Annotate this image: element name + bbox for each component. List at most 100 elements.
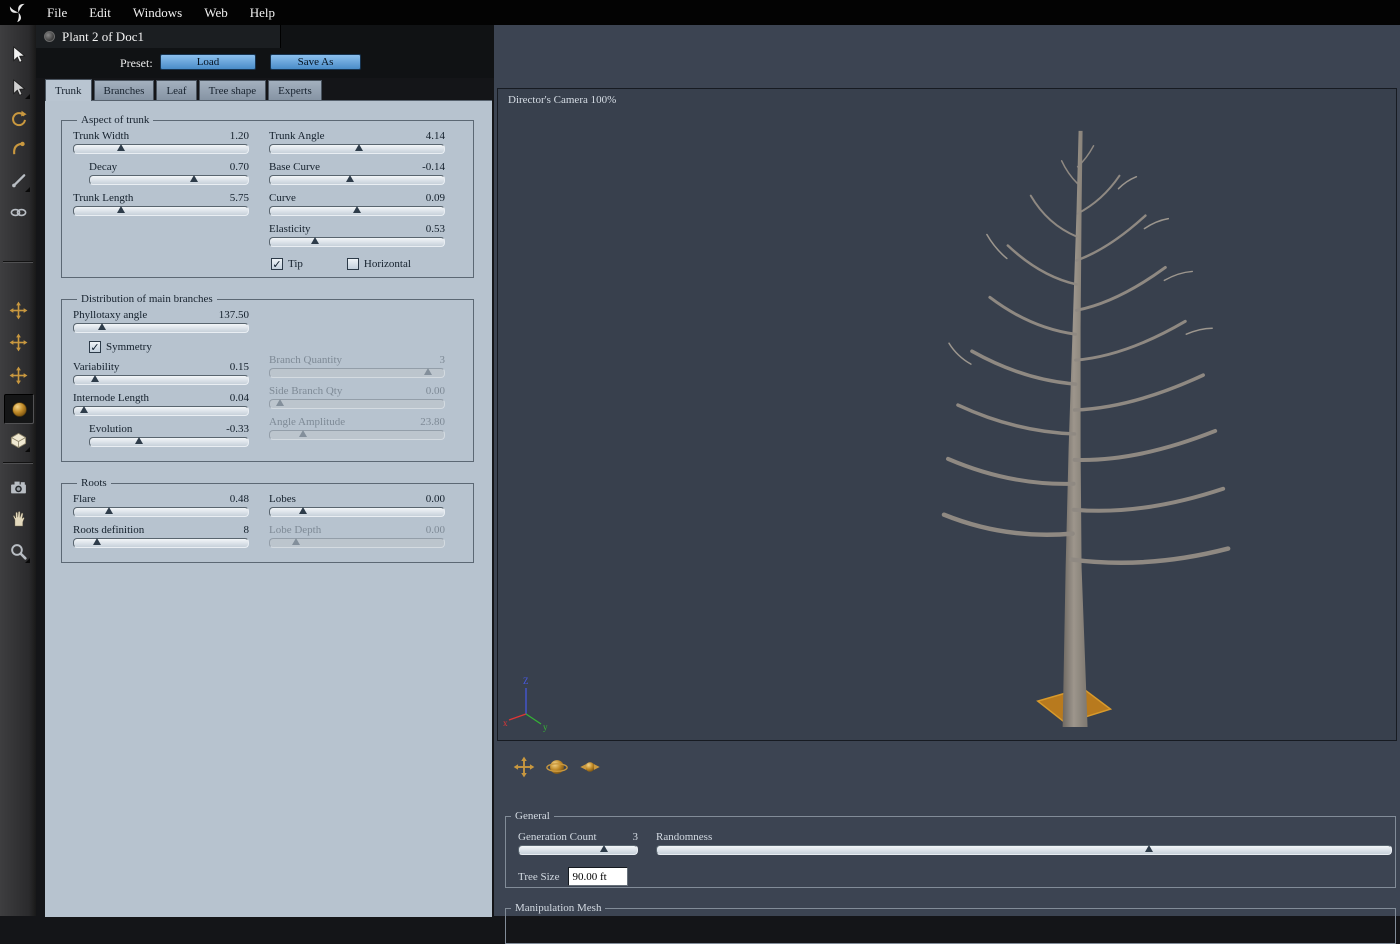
- slider-track[interactable]: [73, 323, 249, 333]
- slider-track[interactable]: [269, 507, 445, 517]
- slider-thumb[interactable]: [80, 406, 89, 413]
- slider-track[interactable]: [656, 845, 1392, 855]
- move-axis-tool[interactable]: [4, 361, 32, 389]
- menu-web[interactable]: Web: [193, 5, 239, 21]
- slider-track[interactable]: [73, 406, 249, 416]
- slider-thumb[interactable]: [97, 323, 106, 330]
- slider-track[interactable]: [269, 399, 445, 409]
- camera-nav-tools: [511, 752, 603, 782]
- slider-track[interactable]: [269, 206, 445, 216]
- checkbox-horizontal[interactable]: Horizontal: [346, 258, 411, 270]
- slider-track[interactable]: [73, 538, 249, 548]
- group-title: Aspect of trunk: [81, 114, 150, 126]
- slider-thumb[interactable]: [190, 175, 199, 182]
- slider-track[interactable]: [73, 507, 249, 517]
- slider-track[interactable]: [89, 175, 249, 185]
- camera-orbit-tool[interactable]: [577, 752, 603, 782]
- slider-label: Variability: [73, 361, 120, 373]
- slider-track[interactable]: [269, 175, 445, 185]
- slider-thumb[interactable]: [354, 144, 363, 151]
- slider-track[interactable]: [73, 144, 249, 154]
- slider-value: 0.15: [229, 361, 249, 373]
- slider-track[interactable]: [269, 144, 445, 154]
- slider-thumb[interactable]: [1144, 845, 1153, 852]
- universal-manipulator-tool[interactable]: [4, 394, 34, 424]
- viewport-3d[interactable]: Director's Camera 100% Z x y: [497, 88, 1397, 741]
- slider-thumb[interactable]: [299, 507, 308, 514]
- slider-phyllotaxy-angle: Phyllotaxy angle 137.50: [73, 309, 249, 333]
- slider-thumb[interactable]: [292, 538, 301, 545]
- axis-y-label: y: [543, 722, 548, 732]
- move-plane-tool[interactable]: [4, 328, 32, 356]
- slider-thumb[interactable]: [116, 206, 125, 213]
- checkbox-row: ✓ Tip Horizontal: [271, 258, 445, 270]
- slider-track[interactable]: [518, 845, 638, 855]
- app-window: { "menubar": { "items": ["File", "Edit",…: [0, 0, 1400, 944]
- camera-trackball-tool[interactable]: [544, 752, 570, 782]
- menu-edit[interactable]: Edit: [78, 5, 122, 21]
- slider-thumb[interactable]: [90, 375, 99, 382]
- checkbox-box[interactable]: ✓: [89, 341, 101, 353]
- tree-size-input[interactable]: [568, 867, 629, 886]
- preset-load-button[interactable]: Load: [160, 54, 256, 70]
- tab-leaf[interactable]: Leaf: [156, 80, 197, 100]
- menu-file[interactable]: File: [36, 5, 78, 21]
- menu-help[interactable]: Help: [239, 5, 286, 21]
- tab-trunk[interactable]: Trunk: [45, 79, 92, 101]
- pan-tool[interactable]: [4, 504, 32, 532]
- checkbox-box[interactable]: [346, 258, 359, 270]
- slider-value: 0.70: [229, 161, 249, 173]
- move-tool[interactable]: [4, 296, 32, 324]
- tab-experts[interactable]: Experts: [268, 80, 322, 100]
- camera-tool[interactable]: [4, 473, 32, 501]
- slider-track[interactable]: [73, 206, 249, 216]
- slider-label: Internode Length: [73, 392, 150, 404]
- slider-label: Angle Amplitude: [269, 416, 346, 428]
- slider-thumb[interactable]: [134, 437, 143, 444]
- slider-track[interactable]: [89, 437, 249, 447]
- link-tool[interactable]: [4, 198, 32, 226]
- slider-label: Elasticity: [269, 223, 311, 235]
- preset-save-as-button[interactable]: Save As: [270, 54, 361, 70]
- parameter-groups: Aspect of trunk Trunk Width 1.20 Decay 0.70 T…: [45, 101, 492, 563]
- slider-thumb[interactable]: [311, 237, 320, 244]
- slider-thumb[interactable]: [92, 538, 101, 545]
- slider-thumb[interactable]: [424, 368, 433, 375]
- slider-label: Trunk Length: [73, 192, 134, 204]
- tree-model[interactable]: [498, 89, 1396, 740]
- rotate-view-tool[interactable]: [4, 104, 32, 132]
- slider-trunk-length: Trunk Length 5.75: [73, 192, 249, 216]
- tab-branches[interactable]: Branches: [93, 80, 155, 100]
- checkbox-symmetry[interactable]: ✓ Symmetry: [89, 341, 249, 353]
- randomness-slider-slot: Randomness: [656, 831, 1392, 862]
- checkbox-tip[interactable]: ✓ Tip: [271, 258, 303, 270]
- direct-select-tool[interactable]: [4, 73, 32, 101]
- slider-track[interactable]: [269, 237, 445, 247]
- slider-value: 5.75: [229, 192, 249, 204]
- slider-track[interactable]: [269, 430, 445, 440]
- bend-tool[interactable]: [4, 134, 32, 162]
- slider-label: Side Branch Qty: [269, 385, 343, 397]
- axis-z-label: Z: [523, 676, 529, 686]
- slider-thumb[interactable]: [353, 206, 361, 213]
- slider-thumb[interactable]: [276, 399, 285, 406]
- slider-thumb[interactable]: [116, 144, 125, 151]
- zoom-tool[interactable]: [4, 537, 32, 565]
- slider-thumb[interactable]: [599, 845, 608, 852]
- select-tool[interactable]: [4, 40, 32, 68]
- slider-thumb[interactable]: [299, 430, 308, 437]
- tab-tree-shape[interactable]: Tree shape: [198, 80, 267, 100]
- camera-pan-tool[interactable]: [511, 752, 537, 782]
- reference-plane-tool[interactable]: [4, 426, 32, 454]
- slider-track[interactable]: [73, 375, 249, 385]
- checkbox-box[interactable]: ✓: [271, 258, 283, 270]
- draw-line-tool[interactable]: [4, 166, 32, 194]
- slider-track[interactable]: [269, 538, 445, 548]
- slider-generation-count: Generation Count 3: [518, 831, 638, 855]
- slider-thumb[interactable]: [346, 175, 355, 182]
- menu-items: File Edit Windows Web Help: [36, 5, 286, 21]
- slider-track[interactable]: [269, 368, 445, 378]
- slider-value: 0.53: [425, 223, 445, 235]
- slider-thumb[interactable]: [104, 507, 113, 514]
- menu-windows[interactable]: Windows: [122, 5, 193, 21]
